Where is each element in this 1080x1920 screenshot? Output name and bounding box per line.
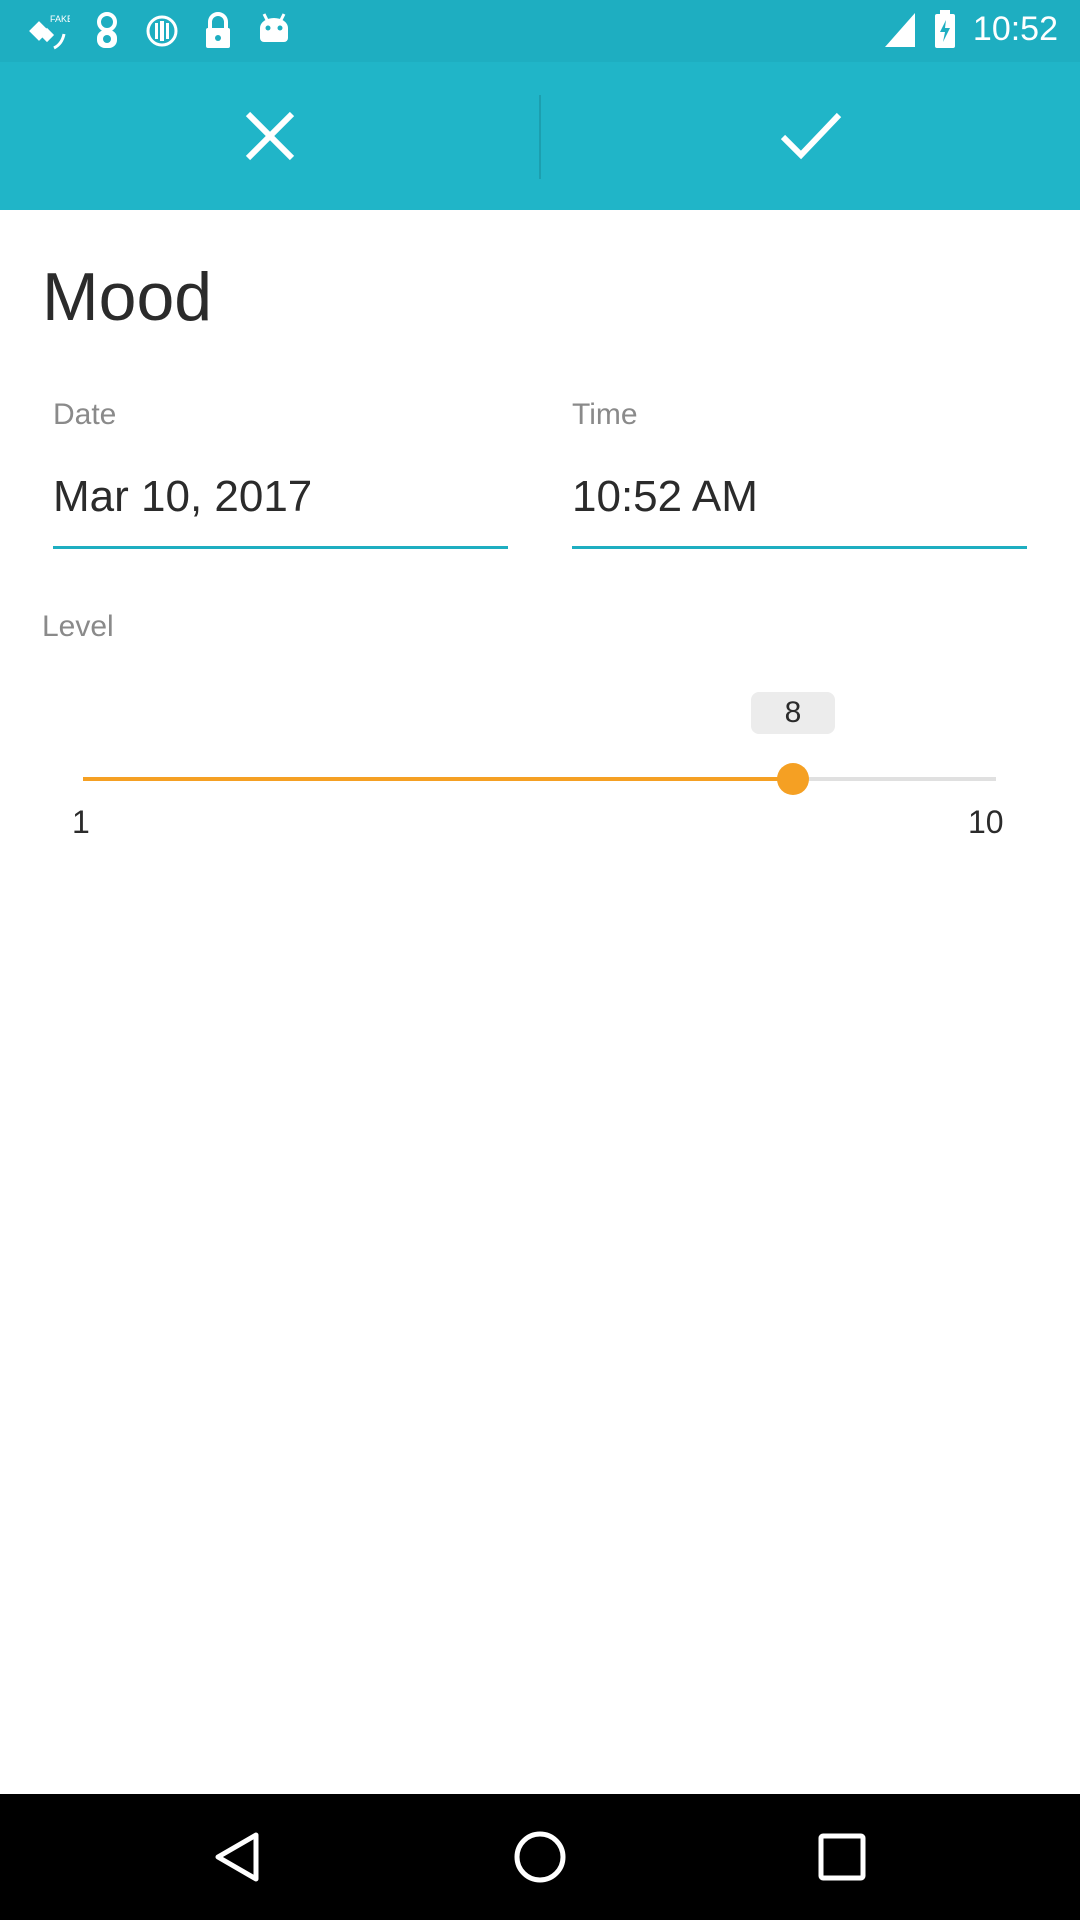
level-min-label: 1 (72, 804, 90, 840)
date-label: Date (53, 398, 117, 431)
date-field[interactable]: Mar 10, 2017 (53, 472, 312, 522)
back-icon (215, 1832, 259, 1882)
home-icon (514, 1831, 566, 1883)
satellite-icon: FAKE (29, 14, 70, 50)
svg-text:FAKE: FAKE (50, 14, 70, 24)
close-icon (245, 111, 294, 161)
status-icons: FAKE (24, 10, 292, 52)
cancel-button[interactable] (0, 62, 539, 210)
page-title: Mood (42, 259, 213, 335)
check-icon (780, 112, 841, 160)
battery-icon (934, 10, 955, 48)
status-bar: FAKE (0, 0, 1080, 62)
toolbar (0, 62, 1080, 210)
date-field-underline (53, 546, 508, 549)
time-label: Time (572, 398, 638, 431)
lock-icon (206, 12, 230, 48)
recents-button[interactable] (762, 1794, 922, 1920)
status-right: 10:52 (883, 8, 1058, 50)
navigation-bar (0, 1794, 1080, 1920)
info-icon (146, 15, 178, 47)
level-slider-fill (83, 777, 793, 781)
level-value-bubble: 8 (751, 692, 835, 734)
recents-icon (818, 1833, 866, 1881)
level-slider-thumb[interactable] (777, 763, 809, 795)
signal-icon (884, 13, 915, 47)
confirm-button[interactable] (541, 62, 1080, 210)
level-label: Level (42, 610, 114, 643)
time-field[interactable]: 10:52 AM (572, 472, 758, 522)
time-field-underline (572, 546, 1027, 549)
back-button[interactable] (158, 1794, 318, 1920)
status-clock: 10:52 (972, 9, 1058, 48)
android-icon (260, 13, 288, 42)
home-button[interactable] (460, 1794, 620, 1920)
level-slider[interactable] (83, 763, 996, 795)
key-icon (97, 12, 117, 48)
level-max-label: 10 (968, 804, 1004, 840)
